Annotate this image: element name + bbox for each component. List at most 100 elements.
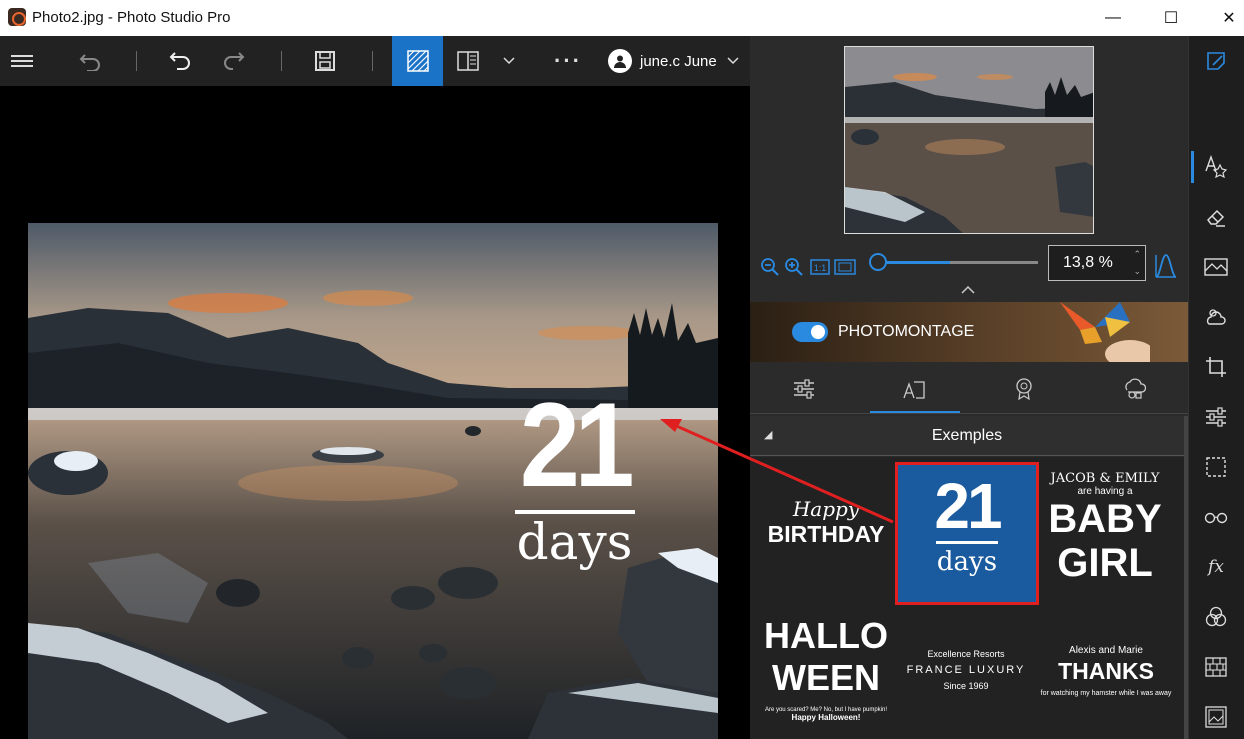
baby-line3: BABY <box>1048 497 1162 541</box>
user-icon <box>608 49 632 73</box>
landscape-icon <box>1204 258 1228 276</box>
zoom-out-icon[interactable] <box>760 257 780 277</box>
eraser-icon <box>1207 209 1225 227</box>
glasses-icon <box>1204 512 1228 524</box>
view-single-button[interactable] <box>392 36 443 86</box>
view-compare-icon <box>457 51 479 71</box>
frame-tool-button[interactable] <box>1203 704 1229 730</box>
side-panel: 1:1 13,8 % ⌃ ⌄ PHOTOMONTAGE ◢ Exemples H… <box>750 36 1188 739</box>
view-dropdown-button[interactable] <box>496 36 522 86</box>
text-overlay-21-days[interactable]: 21 days <box>512 378 637 571</box>
example-21-days[interactable]: 21 days <box>895 462 1039 605</box>
thanks-line3: for watching my hamster while I was away <box>1040 690 1172 697</box>
save-icon <box>315 51 335 71</box>
luxury-line3: Since 1969 <box>943 681 989 691</box>
toolbar-divider <box>372 51 373 71</box>
crop-tool-button[interactable] <box>1203 354 1229 380</box>
example-france-luxury[interactable]: Excellence Resorts FRANCE LUXURY Since 1… <box>896 649 1036 709</box>
maximize-button[interactable]: ☐ <box>1148 0 1194 36</box>
fit-to-screen-icon[interactable] <box>834 257 856 277</box>
example-thanks[interactable]: Alexis and Marie THANKS for watching my … <box>1036 645 1176 705</box>
luxury-line1: Excellence Resorts <box>927 649 1005 659</box>
examples-gallery: Happy BIRTHDAY 21 days JACOB & EMILY are… <box>750 457 1184 739</box>
overlay-number: 21 <box>519 378 635 512</box>
example-halloween[interactable]: HALLO WEEN Are you scared? Me? No, but I… <box>756 615 896 735</box>
zoom-in-icon[interactable] <box>784 257 804 277</box>
halloween-line4: Happy Halloween! <box>791 713 861 722</box>
selection-tool-button[interactable] <box>1203 454 1229 480</box>
color-tool-button[interactable] <box>1203 604 1229 630</box>
landscape-tool-button[interactable] <box>1203 254 1229 280</box>
undo-button[interactable] <box>160 36 200 86</box>
zoom-percent-input[interactable]: 13,8 % ⌃ ⌄ <box>1048 245 1146 281</box>
zoom-up-icon[interactable]: ⌃ <box>1133 249 1141 260</box>
minimize-button[interactable]: — <box>1090 0 1136 36</box>
actual-size-icon[interactable]: 1:1 <box>810 257 830 277</box>
histogram-icon[interactable] <box>1154 253 1178 279</box>
tab-badges[interactable] <box>974 364 1074 414</box>
app-logo-icon <box>8 8 26 26</box>
undo-history-button[interactable] <box>70 36 110 86</box>
svg-text:1:1: 1:1 <box>814 263 827 273</box>
user-menu[interactable]: june.c June <box>608 36 750 86</box>
exemples-header[interactable]: ◢ Exemples <box>750 416 1184 456</box>
picture-frame-icon <box>1205 706 1227 728</box>
photomontage-label: PHOTOMONTAGE <box>838 323 975 340</box>
color-circles-icon <box>1205 606 1227 627</box>
collapse-navigator-icon[interactable] <box>960 285 976 295</box>
navigator-preview[interactable] <box>844 46 1094 234</box>
tile-21-word: days <box>936 547 998 577</box>
active-tool-indicator <box>1191 151 1194 183</box>
halloween-line2: WEEN <box>772 657 880 698</box>
view-single-icon <box>406 50 429 72</box>
view-compare-button[interactable] <box>450 36 486 86</box>
active-tab-indicator <box>870 411 960 413</box>
eraser-tool-button[interactable] <box>1203 204 1229 230</box>
example-birthday[interactable]: Happy BIRTHDAY <box>756 497 896 577</box>
weather-tool-button[interactable] <box>1203 304 1229 330</box>
redo-button[interactable] <box>214 36 254 86</box>
adjust-tool-button[interactable] <box>1203 404 1229 430</box>
zoom-percent-value: 13,8 % <box>1063 254 1113 271</box>
zoom-slider-fill <box>878 261 950 264</box>
chevron-down-icon <box>727 57 739 65</box>
save-button[interactable] <box>305 36 345 86</box>
baby-line4: GIRL <box>1057 541 1153 585</box>
tab-shapes[interactable] <box>1084 364 1184 414</box>
photomontage-toggle[interactable] <box>792 322 828 342</box>
glasses-tool-button[interactable] <box>1203 504 1229 530</box>
baby-line2: are having a <box>1077 486 1133 497</box>
crop-icon <box>1206 357 1226 377</box>
undo-history-icon <box>79 54 100 71</box>
overlay-word: days <box>516 513 633 571</box>
more-options-button[interactable]: ··· <box>548 36 588 86</box>
badge-icon <box>1016 378 1032 400</box>
image-canvas[interactable]: 21 days <box>0 86 750 739</box>
close-button[interactable]: ✕ <box>1206 0 1244 36</box>
tab-text[interactable] <box>864 364 964 414</box>
toolbar-divider <box>281 51 282 71</box>
selection-icon <box>1206 457 1226 477</box>
example-baby-girl[interactable]: JACOB & EMILY are having a BABY GIRL <box>1040 471 1170 601</box>
photomontage-banner[interactable]: PHOTOMONTAGE <box>750 302 1188 362</box>
zoom-down-icon[interactable]: ⌄ <box>1133 266 1141 277</box>
window-title: Photo2.jpg - Photo Studio Pro <box>32 9 231 26</box>
tab-adjustments[interactable] <box>754 364 854 414</box>
effects-tool-button[interactable]: fx <box>1203 554 1229 580</box>
title-bar: Photo2.jpg - Photo Studio Pro — ☐ ✕ <box>0 0 1244 36</box>
thanks-line1: Alexis and Marie <box>1069 645 1143 656</box>
menu-button[interactable] <box>0 36 44 86</box>
zoom-slider[interactable] <box>869 253 1038 271</box>
brick-icon <box>1205 657 1227 677</box>
texture-tool-button[interactable] <box>1203 654 1229 680</box>
toolbar-divider <box>136 51 137 71</box>
sliders-icon <box>794 379 814 399</box>
text-tool-button[interactable] <box>1203 154 1229 180</box>
zoom-slider-thumb[interactable] <box>869 253 887 271</box>
exemples-title: Exemples <box>931 427 1003 444</box>
text-tool-icon <box>1205 155 1228 179</box>
undo-icon <box>169 52 190 70</box>
edit-note-button[interactable] <box>1203 48 1229 74</box>
user-name: june.c June <box>640 52 717 70</box>
hamburger-icon <box>11 55 33 67</box>
